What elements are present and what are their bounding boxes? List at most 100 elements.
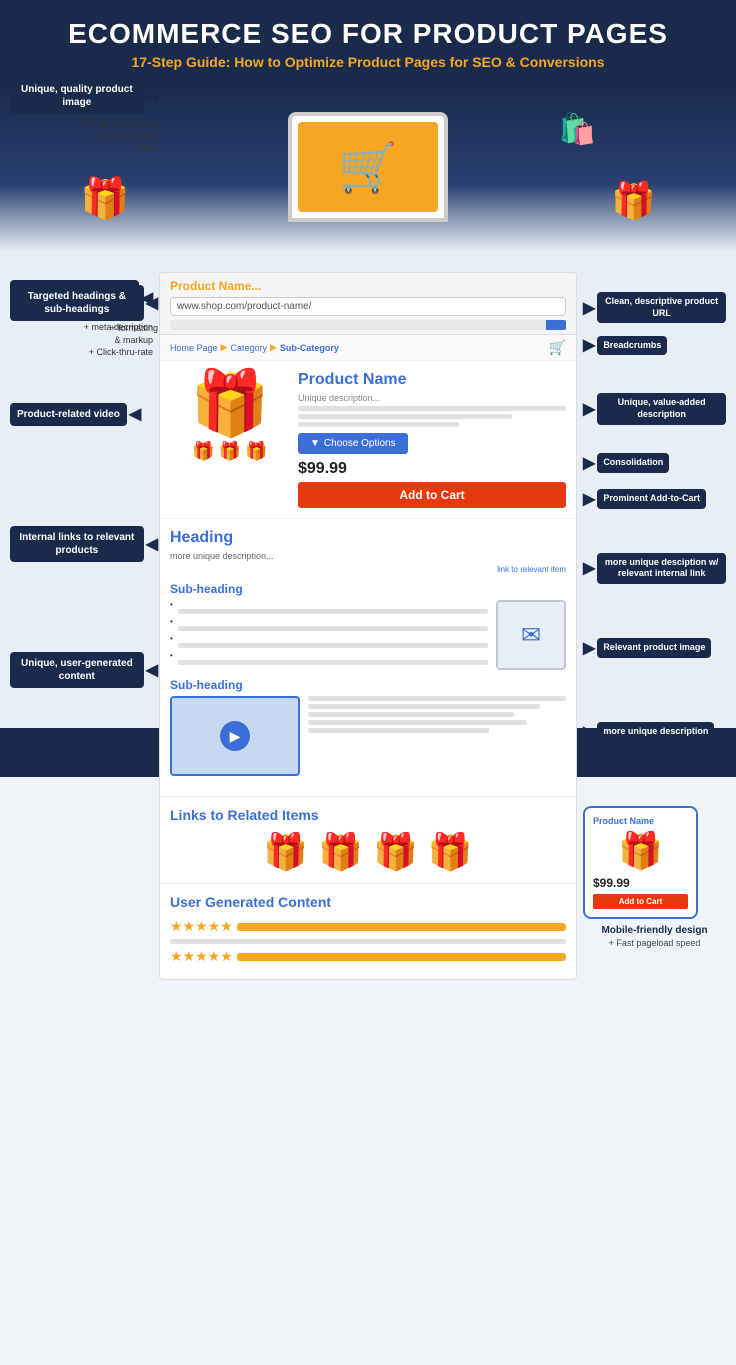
arrow-more-unique: ▶ — [583, 722, 595, 742]
right-more-unique-row: ▶ more unique description — [583, 722, 726, 742]
arrow-breadcrumbs: ▶ — [583, 335, 595, 355]
cart-icon-large: 🛒 — [338, 139, 398, 196]
right-product-image-row: ▶ Relevant product image — [583, 638, 726, 658]
rating-bar-3 — [237, 953, 566, 961]
related-gift-1: 🎁 — [263, 831, 308, 873]
right-col-labels: ▶ Clean, descriptive product URL ▶ Bread… — [581, 272, 726, 948]
desc-lines — [298, 406, 566, 427]
right-consolidation-row: ▶ Consolidation — [583, 453, 726, 473]
mobile-add-cart-label: Add to Cart — [619, 897, 663, 906]
content-heading-section: Heading more unique description... link … — [160, 519, 576, 796]
breadcrumb-subcategory: Sub-Category — [280, 343, 339, 353]
mobile-gift-icon: 🎁 — [593, 830, 688, 872]
mobile-mockup-wrapper: Product Name 🎁 $99.99 Add to Cart Mobile… — [583, 796, 726, 948]
play-btn[interactable]: ▶ — [220, 721, 250, 751]
envelope-icon: ✉ — [521, 621, 541, 650]
rating-bar-2-bg — [170, 939, 566, 944]
label-breadcrumbs: Breadcrumbs — [597, 336, 667, 356]
main-content: Page title well optimized ◀ + meta decri… — [0, 252, 736, 728]
right-description-row: ▶ Unique, value-added description — [583, 393, 726, 424]
mockup: Product Name... www.shop.com/product-nam… — [159, 272, 577, 980]
rating-bar-1 — [237, 923, 566, 931]
thumb-3: 🎁 — [245, 441, 267, 462]
right-breadcrumbs-row: ▶ Breadcrumbs — [583, 335, 726, 355]
product-details: Product Name Unique description... ▼ Cho… — [298, 371, 566, 508]
left-video-row: Product-related video ◀ — [10, 403, 158, 426]
label-ugc: Unique, user-generated content — [10, 652, 144, 688]
dropdown-icon: ▼ — [310, 438, 320, 449]
label-url: Clean, descriptive product URL — [597, 292, 726, 323]
label-headings: Targeted headings & sub-headings — [10, 285, 144, 321]
subheading-1-content: • • • • ✉ — [170, 600, 566, 670]
related-items-section: Links to Related Items 🎁 🎁 🎁 🎁 — [160, 796, 576, 883]
stars-3: ★★★★★ — [170, 948, 233, 965]
label-product-image-left: Unique, quality product image — [10, 78, 144, 114]
label-consolidation: Consolidation — [597, 453, 669, 473]
desc-line-1 — [298, 406, 566, 411]
video-placeholder: ▶ — [170, 696, 300, 776]
rating-row-3: ★★★★★ — [170, 948, 566, 965]
breadcrumb: Home Page ▶ Category ▶ Sub-Category 🛒 — [160, 335, 576, 361]
mobile-mockup: Product Name 🎁 $99.99 Add to Cart — [583, 806, 698, 919]
add-to-cart-btn[interactable]: Add to Cart — [298, 482, 566, 508]
arrow-description: ▶ — [583, 399, 595, 419]
thumb-2: 🎁 — [219, 441, 241, 462]
arrow-video: ◀ — [129, 404, 141, 424]
ugc-section: User Generated Content ★★★★★ ★★★★★ — [160, 883, 576, 979]
mobile-friendly-label: Mobile-friendly design — [583, 925, 726, 936]
desc-line-3 — [298, 422, 459, 427]
arrow-headings: ◀ — [146, 293, 158, 313]
label-description: Unique, value-added description — [597, 393, 726, 424]
mobile-price: $99.99 — [593, 876, 688, 890]
related-gift-3: 🎁 — [373, 831, 418, 873]
arrow-product-image: ▶ — [583, 638, 595, 658]
arrow-url: ▶ — [583, 298, 595, 318]
mobile-sub-label: + Fast pageload speed — [583, 938, 726, 948]
choose-options-btn[interactable]: ▼ Choose Options — [298, 433, 408, 454]
product-gift-icon: 🎁 — [170, 371, 290, 435]
text-line-b2 — [178, 626, 488, 631]
choose-options-label: Choose Options — [324, 438, 396, 449]
internal-link[interactable]: link to relevant item — [170, 565, 566, 574]
label-addtocart: Prominent Add-to-Cart — [597, 489, 706, 509]
label-internal-links: Internal links to relevant products — [10, 526, 144, 562]
label-internal-link: more unique desciption w/ relevant inter… — [597, 553, 726, 584]
product-image-placeholder-1: ✉ — [496, 600, 566, 670]
main-description: more unique description... — [170, 551, 566, 561]
url-bar: www.shop.com/product-name/ — [170, 297, 566, 316]
rating-row-1: ★★★★★ — [170, 918, 566, 935]
product-name-placeholder: Product Name... — [170, 279, 566, 293]
search-bar — [170, 320, 566, 330]
search-btn — [546, 320, 566, 330]
related-gift-4: 🎁 — [428, 831, 473, 873]
text-line-b1 — [178, 609, 488, 614]
breadcrumb-cart: 🛒 — [549, 339, 566, 356]
mobile-add-cart[interactable]: Add to Cart — [593, 894, 688, 909]
label-more-unique: more unique description — [597, 722, 714, 742]
text-line-b4 — [178, 660, 488, 665]
url-text: www.shop.com/product-name/ — [177, 301, 312, 312]
bullet-icon-2: • — [170, 617, 488, 626]
video-section: ▶ — [170, 696, 566, 776]
add-to-cart-label: Add to Cart — [399, 488, 464, 502]
breadcrumb-home: Home Page — [170, 343, 218, 353]
hero-laptop-screen: 🛒 — [298, 122, 438, 212]
right-url-row: ▶ Clean, descriptive product URL — [583, 292, 726, 323]
subheading-2: Sub-heading — [170, 678, 566, 692]
rating-row-2 — [170, 939, 566, 944]
left-image-row: Unique, quality product image ◀ + alt ta… — [10, 78, 158, 155]
vid-line-3 — [308, 712, 514, 717]
thumb-1: 🎁 — [192, 441, 214, 462]
bullet-icon: • — [170, 600, 488, 609]
mobile-product-name: Product Name — [593, 816, 688, 826]
product-image-area: 🎁 🎁 🎁 🎁 — [170, 371, 290, 508]
product-image-sub: + alt tag & file name+ multiple imagevie… — [78, 117, 158, 155]
related-gift-2: 🎁 — [318, 831, 363, 873]
ugc-heading: User Generated Content — [170, 894, 566, 910]
arrow-addtocart: ▶ — [583, 489, 595, 509]
label-product-image: Relevant product image — [597, 638, 711, 658]
bullet-icon-4: • — [170, 651, 488, 660]
arrow-product-image-left: ◀ — [146, 86, 158, 106]
center-col-page-title: Product Name... www.shop.com/product-nam… — [155, 272, 581, 980]
desc-line-2 — [298, 414, 512, 419]
